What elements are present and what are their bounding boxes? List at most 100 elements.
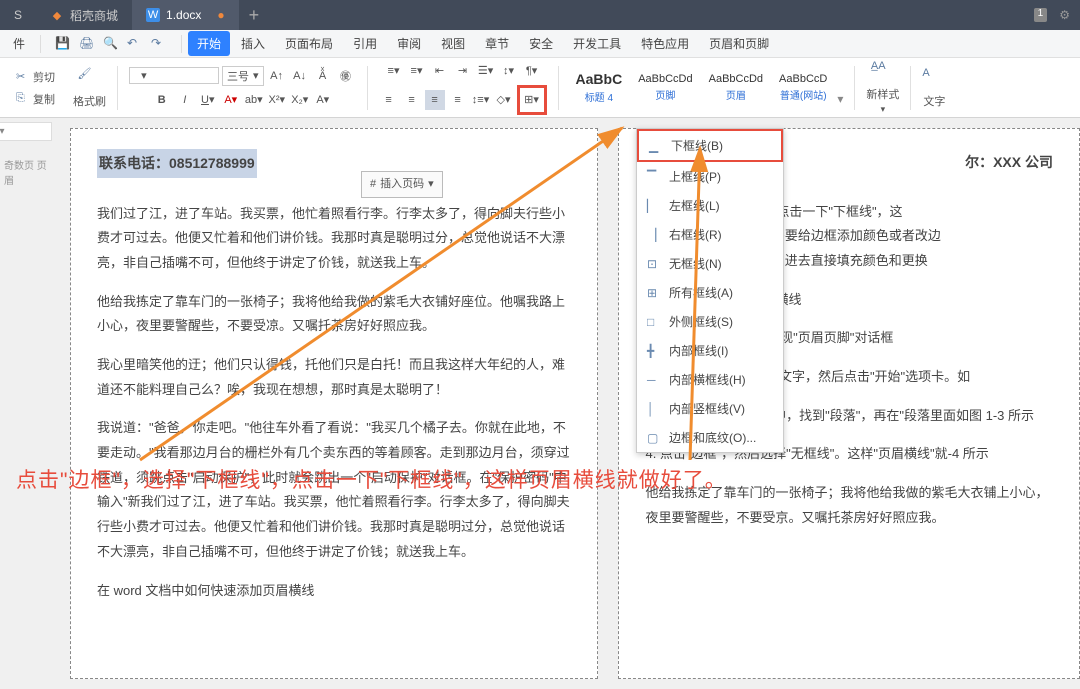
new-style-button[interactable]: A̲A 新样式▾ [860,58,905,118]
bullets-button[interactable]: ≡▾ [384,61,404,81]
style-h4[interactable]: AaBbC标题 4 [570,69,629,106]
print-icon[interactable]: 🖨 [79,36,95,52]
menu-file[interactable]: 件 [4,31,34,56]
ribbon: ✂剪切 ⎘复制 🖌 格式刷 ▾ 三号▾ A↑ A↓ Aͯ ㊝ B I U▾ A▾… [0,58,1080,118]
separator [40,35,41,53]
format-painter-button[interactable]: 🖌 格式刷 [67,63,112,113]
header-text[interactable]: 联系电话：08512788999 [97,149,257,178]
border-inside-h-item[interactable]: ─内部横框线(H) [637,365,783,394]
border-all-icon: ⊞ [647,286,661,300]
char-fx-button[interactable]: A▾ [313,90,333,110]
border-none-icon: ⊡ [647,257,661,271]
copy-button[interactable]: ⎘复制 [12,89,59,109]
border-none-item[interactable]: ⊡无框线(N) [637,249,783,278]
body-para: 我心里暗笑他的迂；他们只认得钱，托他们只是白托！而且我这样大年纪的人，难道还不能… [97,353,571,402]
border-button-highlight: ⊞▾ [517,85,547,115]
bold-button[interactable]: B [152,90,172,110]
menu-review[interactable]: 审阅 [388,31,430,56]
shading-button[interactable]: ◇▾ [494,90,514,110]
align-center-button[interactable]: ≡ [402,90,422,110]
new-style-icon: A̲A [871,60,895,84]
tab-shop[interactable]: ◆ 稻壳商城 [36,0,132,30]
copy-icon: ⎘ [16,92,30,106]
distribute-button[interactable]: ↕▾ [499,61,519,81]
border-top-item[interactable]: ▔上框线(P) [637,162,783,191]
border-and-shading-item[interactable]: ▢边框和底纹(O)... [637,423,783,452]
border-all-item[interactable]: ⊞所有框线(A) [637,278,783,307]
border-inside-v-item[interactable]: │内部竖框线(V) [637,394,783,423]
border-left-item[interactable]: ▏左框线(L) [637,191,783,220]
border-inside-item[interactable]: ╋内部框线(I) [637,336,783,365]
border-right-item[interactable]: ▕右框线(R) [637,220,783,249]
menu-start[interactable]: 开始 [188,31,230,56]
font-select[interactable]: ▾ [129,67,219,84]
italic-button[interactable]: I [175,90,195,110]
border-outside-item[interactable]: □外侧框线(S) [637,307,783,336]
border-dropdown-menu: ▁下框线(B) ▔上框线(P) ▏左框线(L) ▕右框线(R) ⊡无框线(N) … [636,128,784,453]
menu-bar: 件 💾 🖨 🔍 ↶ ↷ 开始 插入 页面布局 引用 审阅 视图 章节 安全 开发… [0,30,1080,58]
numbering-button[interactable]: ≡▾ [407,61,427,81]
align-justify-button[interactable]: ≡ [448,90,468,110]
font-size-select[interactable]: 三号▾ [222,66,264,86]
separator [117,66,118,110]
menu-section[interactable]: 章节 [476,31,518,56]
body-para: 我们过了江，进了车站。我买票，他忙着照看行李。行李太多了，得向脚夫行些小费才可过… [97,202,571,276]
tab-doc-label: 1.docx [166,8,201,22]
doc-left-gutter: ▤▾ 奇数页 页眉 [0,118,56,689]
save-icon[interactable]: 💾 [55,36,71,52]
style-normal[interactable]: AaBbCcD普通(网站) [773,71,833,104]
font-color-button[interactable]: A▾ [221,90,241,110]
border-inside-icon: ╋ [647,344,661,358]
indent-inc-button[interactable]: ⇥ [453,61,473,81]
border-shading-icon: ▢ [647,431,661,445]
redo-icon[interactable]: ↷ [151,36,167,52]
sort-button[interactable]: ☰▾ [476,61,496,81]
text-tool-button[interactable]: A 文字 [916,63,952,113]
undo-icon[interactable]: ↶ [127,36,143,52]
border-bottom-item[interactable]: ▁下框线(B) [637,129,783,162]
insert-page-number-button[interactable]: # 插入页码▾ [361,171,443,198]
left-toolbox[interactable]: ▤▾ [0,122,52,141]
tab-logo[interactable]: S [0,0,36,30]
indent-dec-button[interactable]: ⇤ [430,61,450,81]
align-right-button[interactable]: ≡ [425,90,445,110]
new-tab-button[interactable]: + [239,5,270,26]
line-spacing-button[interactable]: ↕≡▾ [471,90,491,110]
menu-view[interactable]: 视图 [432,31,474,56]
grow-font-button[interactable]: A↑ [267,66,287,86]
page-left[interactable]: 联系电话：08512788999 # 插入页码▾ 我们过了江，进了车站。我买票，… [70,128,598,679]
menu-devtools[interactable]: 开发工具 [564,31,630,56]
show-marks-button[interactable]: ¶▾ [522,61,542,81]
cut-button[interactable]: ✂剪切 [12,67,59,87]
styles-more-button[interactable]: ▾ [837,92,843,106]
titlebar-badge[interactable]: 1 [1034,8,1048,22]
pagenum-icon: # [370,174,376,195]
menu-layout[interactable]: 页面布局 [276,31,342,56]
menu-special[interactable]: 特色应用 [632,31,698,56]
border-outside-icon: □ [647,315,661,329]
style-footer[interactable]: AaBbCcDd页脚 [632,71,698,104]
shop-icon: ◆ [50,8,64,22]
document-area: ▤▾ 奇数页 页眉 联系电话：08512788999 # 插入页码▾ 我们过了江… [0,118,1080,689]
style-header[interactable]: AaBbCcDd页眉 [703,71,769,104]
char-shading-button[interactable]: ㊝ [336,66,356,86]
menu-headerfooter[interactable]: 页眉和页脚 [700,31,778,56]
preview-icon[interactable]: 🔍 [103,36,119,52]
menu-insert[interactable]: 插入 [232,31,274,56]
underline-button[interactable]: U▾ [198,90,218,110]
body-para: 在 word 文档中如何快速添加页眉横线 [97,579,571,604]
separator [367,66,368,110]
title-bar: S ◆ 稻壳商城 W 1.docx ● + 1 ⚙ [0,0,1080,30]
border-inside-v-icon: │ [647,402,661,416]
menu-ref[interactable]: 引用 [344,31,386,56]
highlight-button[interactable]: ab▾ [244,90,264,110]
menu-security[interactable]: 安全 [520,31,562,56]
shrink-font-button[interactable]: A↓ [290,66,310,86]
titlebar-settings-icon[interactable]: ⚙ [1059,8,1070,22]
tab-doc[interactable]: W 1.docx ● [132,0,239,30]
sub-button[interactable]: X₂▾ [290,90,310,110]
align-left-button[interactable]: ≡ [379,90,399,110]
strike-button[interactable]: X²▾ [267,90,287,110]
clear-format-button[interactable]: Aͯ [313,66,333,86]
border-button[interactable]: ⊞▾ [522,90,542,110]
